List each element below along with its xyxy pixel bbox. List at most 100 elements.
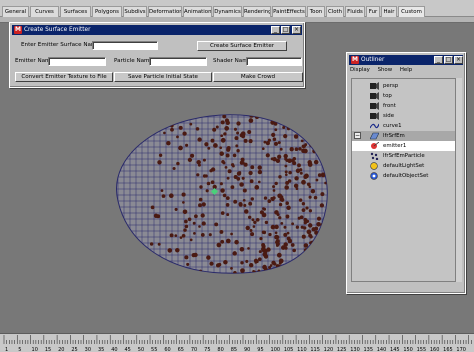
outliner-titlebar[interactable]: M Outliner _ □ ×	[349, 55, 463, 65]
particle	[286, 231, 290, 235]
tab-general[interactable]: General	[2, 6, 29, 17]
particle	[295, 168, 301, 174]
tab-curves[interactable]: Curves	[30, 6, 59, 17]
minimize-icon[interactable]: _	[271, 26, 280, 34]
outliner-item-lfrsrfem[interactable]: − lfrSrfEm	[352, 131, 456, 141]
maximize-icon[interactable]: □	[281, 26, 290, 34]
particle	[236, 177, 241, 181]
outliner-item-emitter1[interactable]: emitter1	[352, 141, 456, 151]
make-crowd-button[interactable]: Make Crowd	[213, 72, 303, 82]
outliner-item-top[interactable]: top	[352, 91, 456, 101]
particle	[310, 133, 315, 138]
menu-help[interactable]: Help	[400, 67, 412, 73]
outliner-item-defaultobjectset[interactable]: defaultObjectSet	[352, 171, 456, 181]
light-set-icon	[370, 162, 378, 170]
particle	[267, 199, 272, 203]
outliner-item-lfrsrfemparticle[interactable]: lfrSrfEmParticle	[352, 151, 456, 161]
emitter-name-field[interactable]	[48, 57, 106, 66]
camera-icon	[370, 112, 379, 120]
tab-custom[interactable]: Custom	[398, 6, 425, 17]
outliner-scrollbar[interactable]	[455, 78, 462, 282]
particle	[306, 265, 311, 269]
particle	[176, 161, 180, 166]
shader-name-field[interactable]	[246, 57, 302, 66]
outliner-item-side[interactable]: side	[352, 111, 456, 121]
ruler-label: 70	[191, 347, 197, 352]
particle	[308, 185, 312, 189]
particle	[230, 267, 233, 270]
particle	[253, 220, 257, 225]
outliner-item-defaultlightset[interactable]: defaultLightSet	[352, 161, 456, 171]
outliner-item-label: curve1	[383, 123, 402, 129]
tab-fur[interactable]: Fur	[366, 6, 380, 17]
ruler-label: 90	[244, 347, 250, 352]
particle	[300, 139, 304, 143]
particle	[313, 122, 317, 126]
particle	[245, 225, 250, 231]
maximize-icon[interactable]: □	[444, 56, 453, 64]
particle	[258, 257, 262, 261]
tab-polygons[interactable]: Polygons	[92, 6, 122, 17]
particle	[219, 182, 223, 186]
particle	[297, 120, 301, 124]
outliner-list[interactable]: persp top front side curve1 − lfrSrfEm emitter1…	[351, 78, 457, 282]
close-icon[interactable]: ×	[292, 26, 301, 34]
outliner-item-curve1[interactable]: curve1	[352, 121, 456, 131]
particle	[276, 252, 282, 258]
particle	[293, 114, 298, 117]
save-particle-state-button[interactable]: Save Particle Initial State	[114, 72, 212, 82]
surface-name-field[interactable]	[92, 41, 158, 50]
particle	[201, 202, 206, 207]
particle	[248, 201, 253, 206]
tab-deformation[interactable]: Deformation	[148, 6, 182, 17]
menu-show[interactable]: Show	[378, 67, 393, 73]
ruler-label: 30	[85, 347, 91, 352]
particle	[230, 185, 235, 190]
ruler-label: 45	[124, 347, 130, 352]
particle	[261, 147, 265, 151]
emitter-window-titlebar[interactable]: M Create Surface Emitter _ □ ×	[12, 25, 302, 35]
outliner-item-front[interactable]: front	[352, 101, 456, 111]
tab-toon[interactable]: Toon	[307, 6, 325, 17]
particle	[316, 216, 322, 221]
particle	[277, 154, 282, 159]
particle	[189, 122, 193, 126]
collapse-icon[interactable]: −	[354, 132, 361, 139]
time-ruler[interactable]: 1 5 10 15 20 25 30 35 40 45 50 55 60 65 70 75 80 85 90 95 10…	[0, 333, 474, 352]
particle	[204, 142, 209, 147]
tab-dynamics[interactable]: Dynamics	[213, 6, 242, 17]
particle	[267, 138, 271, 142]
tab-painteffects[interactable]: PaintEffects	[272, 6, 306, 17]
ruler-label: 25	[71, 347, 77, 352]
tab-fluids[interactable]: Fluids	[345, 6, 365, 17]
tab-surfaces[interactable]: Surfaces	[60, 6, 91, 17]
tab-cloth[interactable]: Cloth	[326, 6, 344, 17]
particle	[243, 138, 248, 143]
particle	[292, 161, 297, 166]
particle	[275, 239, 280, 244]
ruler-label: 1	[5, 347, 8, 352]
particle	[213, 143, 218, 148]
particle	[262, 207, 265, 210]
tab-hair[interactable]: Hair	[381, 6, 397, 17]
particle-name-field[interactable]	[149, 57, 207, 66]
convert-emitter-texture-button[interactable]: Convert Emitter Texture to File	[15, 72, 113, 82]
particle	[199, 185, 203, 189]
particle	[247, 247, 250, 250]
close-icon[interactable]: ×	[454, 56, 463, 64]
particle	[305, 206, 309, 210]
menu-display[interactable]: Display	[350, 67, 370, 73]
create-surface-emitter-button[interactable]: Create Surface Emitter	[197, 41, 287, 51]
camera-icon	[370, 92, 379, 100]
particle	[293, 273, 298, 278]
particle	[257, 165, 262, 170]
particle	[326, 270, 328, 274]
tab-animation[interactable]: Animation	[183, 6, 212, 17]
outliner-item-persp[interactable]: persp	[352, 81, 456, 91]
particle	[272, 185, 276, 189]
tab-subdivs[interactable]: Subdivs	[123, 6, 147, 17]
tab-rendering[interactable]: Rendering	[243, 6, 271, 17]
minimize-icon[interactable]: _	[434, 56, 443, 64]
particle	[285, 120, 289, 123]
particle	[325, 276, 328, 279]
